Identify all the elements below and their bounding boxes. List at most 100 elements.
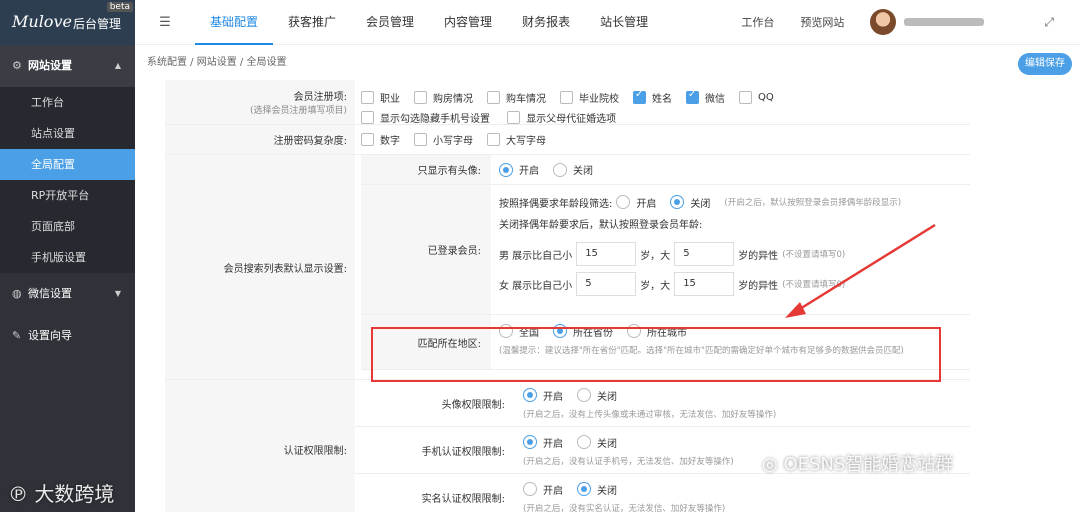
checkbox-box[interactable] xyxy=(487,91,500,104)
menu-toggle-icon[interactable]: ☰ xyxy=(135,15,195,30)
sidebar-item-rp-platform[interactable]: RP开放平台 xyxy=(0,180,135,211)
logged-in-label: 已登录会员: xyxy=(361,185,491,314)
top-bar: ☰ 基础配置 获客推广 会员管理 内容管理 财务报表 站长管理 工作台 预览网站… xyxy=(135,0,1080,45)
radio-auth-off[interactable]: 关闭 xyxy=(577,482,617,497)
watermark-left: ℗ 大数跨境 xyxy=(8,478,114,507)
checkbox-reg-opt[interactable]: 职业 xyxy=(361,90,400,105)
checkbox-box[interactable] xyxy=(507,111,521,124)
tab-content[interactable]: 内容管理 xyxy=(429,0,507,45)
radio-dot[interactable] xyxy=(553,162,567,177)
auth-row-label: 手机认证权限限制: xyxy=(355,427,515,473)
checkbox-box[interactable] xyxy=(560,91,573,104)
register-fields-row: 会员注册项:(选择会员注册填写项目) 职业购房情况购车情况毕业院校姓名微信QQ … xyxy=(165,80,970,125)
radio-dot[interactable] xyxy=(523,482,537,496)
checkbox-reg-opt[interactable]: 姓名 xyxy=(633,89,672,105)
auth-limits-label: 认证权限限制: xyxy=(283,446,347,457)
checkbox-box[interactable] xyxy=(361,133,374,146)
radio-auth-on[interactable]: 开启 xyxy=(523,482,563,497)
checkbox-label: 数字 xyxy=(380,136,400,147)
checkbox-box[interactable] xyxy=(361,91,374,104)
male-younger-input[interactable]: 15 xyxy=(576,242,637,266)
radio-dot[interactable] xyxy=(499,162,513,177)
checkbox-label: QQ xyxy=(758,92,774,103)
radio-dot[interactable] xyxy=(523,388,537,402)
search-defaults-row: 会员搜索列表默认显示设置: 只显示有头像: 开启 关闭 已登录会员: 按照择偶要… xyxy=(165,155,970,380)
checkbox-box[interactable] xyxy=(414,91,427,104)
checkbox-digits[interactable]: 数字 xyxy=(361,132,400,147)
auth-row: 实名认证权限限制: 开启 关闭 (开启之后，没有实名认证，无法发信、加好友等操作) xyxy=(355,474,970,512)
female-younger-input[interactable]: 5 xyxy=(576,272,637,296)
watermark-left-text: 大数跨境 xyxy=(34,482,115,506)
checkbox-reg-opt[interactable]: 购车情况 xyxy=(487,90,546,105)
username-blurred[interactable] xyxy=(904,18,985,26)
radio-auth-off[interactable]: 关闭 xyxy=(577,388,617,403)
radio-region-city[interactable]: 所在城市 xyxy=(627,324,687,339)
male-older-input[interactable]: 5 xyxy=(674,242,735,266)
checkbox-box[interactable] xyxy=(633,89,646,104)
radio-dot[interactable] xyxy=(670,195,685,209)
preview-link[interactable]: 预览网站 xyxy=(800,14,844,30)
sidebar-item-mobile-settings[interactable]: 手机版设置 xyxy=(0,242,135,273)
radio-dot[interactable] xyxy=(577,388,591,402)
logo[interactable]: Mulove 后台管理 beta xyxy=(0,0,135,45)
checkbox-reg-opt[interactable]: 微信 xyxy=(686,89,725,105)
fullscreen-icon[interactable]: ⤢ xyxy=(1044,15,1054,30)
radio-dot[interactable] xyxy=(553,324,567,338)
tab-members[interactable]: 会员管理 xyxy=(351,0,429,45)
radio-age-filter-on[interactable]: 开启 xyxy=(616,195,656,210)
female-older-input[interactable]: 15 xyxy=(674,272,735,296)
radio-region-province[interactable]: 所在省份 xyxy=(553,324,613,339)
radio-dot[interactable] xyxy=(523,435,537,449)
checkbox-box[interactable] xyxy=(686,89,699,104)
radio-label: 关闭 xyxy=(597,438,617,450)
tab-basic-config[interactable]: 基础配置 xyxy=(195,0,274,45)
tab-finance[interactable]: 财务报表 xyxy=(507,0,585,45)
radio-region-nation[interactable]: 全国 xyxy=(499,324,539,339)
workbench-link[interactable]: 工作台 xyxy=(741,14,774,30)
sidebar-group-wechat[interactable]: ◍ 微信设置 ▼ xyxy=(0,273,135,315)
checkbox-reg-opt[interactable]: QQ xyxy=(739,91,774,104)
chevron-down-icon: ▼ xyxy=(114,289,121,298)
radio-avatar-on[interactable]: 开启 xyxy=(499,162,539,177)
radio-auth-on[interactable]: 开启 xyxy=(523,435,563,450)
radio-dot[interactable] xyxy=(499,324,513,338)
auth-limits-row: 认证权限限制: 头像权限限制: 开启 关闭 (开启之后，没有上传头像或未通过审核，无法… xyxy=(165,380,970,512)
radio-dot[interactable] xyxy=(577,482,591,496)
sidebar-group-label: 网站设置 xyxy=(28,59,72,72)
radio-avatar-off[interactable]: 关闭 xyxy=(553,162,593,177)
sidebar-item-page-footer[interactable]: 页面底部 xyxy=(0,211,135,242)
save-button[interactable]: 编辑保存 xyxy=(1018,53,1072,75)
radio-dot[interactable] xyxy=(577,435,591,449)
region-hint: (温馨提示：建议选择"所在省份"匹配。选择"所在城市"匹配的需确定好单个城市有足… xyxy=(499,346,904,356)
checkbox-lowercase[interactable]: 小写字母 xyxy=(414,132,473,147)
radio-age-filter-off[interactable]: 关闭 xyxy=(670,195,710,210)
checkbox-box[interactable] xyxy=(487,133,500,146)
radio-dot[interactable] xyxy=(616,195,631,209)
checkbox-label: 大写字母 xyxy=(506,136,546,147)
sidebar-item-workbench[interactable]: 工作台 xyxy=(0,87,135,118)
radio-dot[interactable] xyxy=(627,324,641,338)
radio-label: 关闭 xyxy=(597,391,617,403)
sidebar-group-wizard[interactable]: ✎ 设置向导 xyxy=(0,315,135,357)
radio-auth-off[interactable]: 关闭 xyxy=(577,435,617,450)
radio-label: 开启 xyxy=(519,166,539,177)
checkbox-label: 微信 xyxy=(705,94,725,105)
sidebar-item-site-settings[interactable]: 站点设置 xyxy=(0,118,135,149)
checkbox-box[interactable] xyxy=(361,111,374,124)
checkbox-box[interactable] xyxy=(414,133,427,146)
checkbox-uppercase[interactable]: 大写字母 xyxy=(487,132,546,147)
tab-acquisition[interactable]: 获客推广 xyxy=(273,0,351,45)
checkbox-parent-proxy[interactable]: 显示父母代征婚选项 xyxy=(507,110,616,125)
tab-webmaster[interactable]: 站长管理 xyxy=(585,0,663,45)
avatar[interactable] xyxy=(870,9,897,35)
radio-auth-on[interactable]: 开启 xyxy=(523,388,563,403)
checkbox-reg-opt[interactable]: 购房情况 xyxy=(414,90,473,105)
sidebar-group-site-settings[interactable]: ⚙ 网站设置 ▲ xyxy=(0,45,135,87)
checkbox-box[interactable] xyxy=(739,91,752,104)
password-complexity-row: 注册密码复杂度: 数字 小写字母 大写字母 xyxy=(165,125,970,155)
checkbox-reg-opt[interactable]: 毕业院校 xyxy=(560,90,619,105)
sidebar-item-global-config[interactable]: 全局配置 xyxy=(0,149,135,180)
checkbox-hide-phone[interactable]: 显示勾选隐藏手机号设置 xyxy=(361,110,490,125)
male-pre-label: 男 展示比自己小 xyxy=(499,250,573,262)
radio-label: 所在城市 xyxy=(647,327,687,339)
